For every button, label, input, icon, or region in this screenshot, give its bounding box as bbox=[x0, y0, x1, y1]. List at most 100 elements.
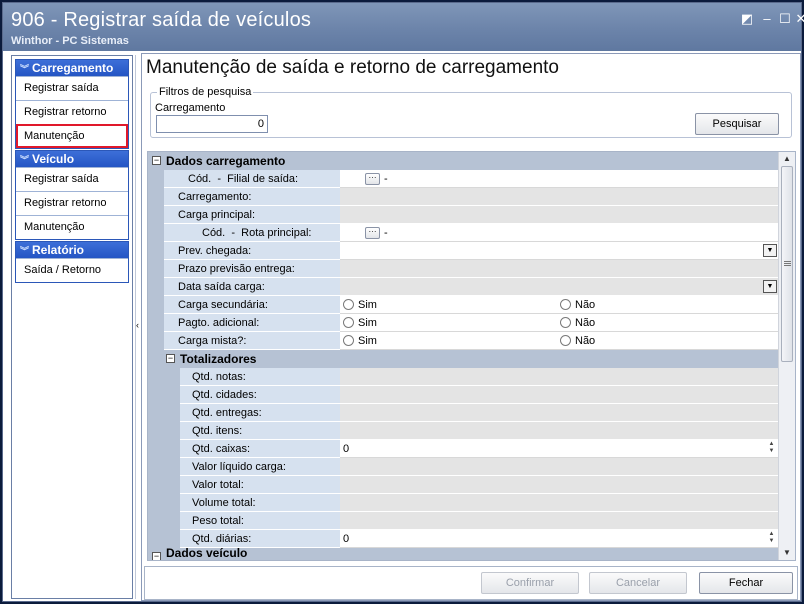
nav-item-manutencao[interactable]: Manutenção bbox=[16, 124, 128, 148]
grid-vertical-scrollbar[interactable]: ▲ ▼ bbox=[778, 152, 795, 560]
action-bar: Confirmar Cancelar Fechar bbox=[144, 566, 798, 600]
cancel-button[interactable]: Cancelar bbox=[589, 572, 687, 594]
nav-group-header-carregamento[interactable]: ︾ Carregamento bbox=[16, 60, 128, 76]
cod-label: Cód. bbox=[188, 173, 212, 185]
nav-group-veiculo: ︾ Veículo Registrar saída Registrar retor… bbox=[15, 150, 129, 240]
pagto-label: Pagto. adicional: bbox=[164, 314, 340, 332]
collapse-icon[interactable]: − bbox=[152, 156, 161, 165]
collapse-icon[interactable]: − bbox=[152, 552, 161, 560]
close-button[interactable]: Fechar bbox=[699, 572, 793, 594]
prev-chegada-field[interactable]: ▼ bbox=[340, 242, 779, 260]
grid-row-carga-mista: Carga mista?: Sim Não bbox=[148, 332, 779, 350]
cod-rota-label: Cód. bbox=[202, 227, 226, 239]
title-bar: 906 - Registrar saída de veículos Wintho… bbox=[3, 3, 804, 51]
spin-updown-icon[interactable]: ▲ ▼ bbox=[766, 441, 777, 457]
grid-row-carregamento: Carregamento: bbox=[148, 188, 779, 206]
spin-updown-icon[interactable]: ▲ ▼ bbox=[766, 531, 777, 547]
qtd-cidades-value bbox=[340, 386, 779, 404]
qtd-diarias-field[interactable]: 0 ▲ ▼ bbox=[340, 530, 779, 548]
collapse-left-icon[interactable]: ‹ bbox=[136, 320, 139, 330]
radio-sim[interactable] bbox=[343, 335, 354, 346]
qtd-itens-value bbox=[340, 422, 779, 440]
nav-item-registrar-saida[interactable]: Registrar saída bbox=[16, 76, 128, 100]
grid-row-pagto: Pagto. adicional: Sim Não bbox=[148, 314, 779, 332]
close-icon[interactable]: ✕ bbox=[793, 11, 804, 27]
collapse-chevron-icon: ︾ bbox=[20, 155, 30, 165]
qtd-itens-label: Qtd. itens: bbox=[180, 422, 340, 440]
search-button[interactable]: Pesquisar bbox=[695, 113, 779, 135]
qtd-cidades-label: Qtd. cidades: bbox=[180, 386, 340, 404]
carregamento-value bbox=[340, 188, 779, 206]
collapse-chevron-icon: ︾ bbox=[20, 64, 30, 74]
grid-row-qtd-notas: Qtd. notas: bbox=[148, 368, 779, 386]
category-dados-carregamento[interactable]: − Dados carregamento bbox=[148, 152, 779, 170]
rota-field[interactable]: ··· - bbox=[340, 224, 779, 242]
radio-sim[interactable] bbox=[343, 317, 354, 328]
nav-item-saida-retorno[interactable]: Saída / Retorno bbox=[16, 258, 128, 282]
category-totalizadores[interactable]: − Totalizadores bbox=[148, 350, 779, 368]
scroll-thumb[interactable] bbox=[781, 166, 793, 362]
nav-group-header-relatorio[interactable]: ︾ Relatório bbox=[16, 242, 128, 258]
volume-total-label: Volume total: bbox=[180, 494, 340, 512]
qtd-entregas-label: Qtd. entregas: bbox=[180, 404, 340, 422]
application-window: 906 - Registrar saída de veículos Wintho… bbox=[2, 2, 804, 602]
main-panel: Manutenção de saída e retorno de carrega… bbox=[141, 53, 801, 601]
filters-legend: Filtros de pesquisa bbox=[157, 86, 254, 98]
grid-row-qtd-entregas: Qtd. entregas: bbox=[148, 404, 779, 422]
carregamento-filter-input[interactable]: 0 bbox=[156, 115, 268, 133]
grid-row-rota: Cód. - Rota principal: ··· - bbox=[148, 224, 779, 242]
valor-total-label: Valor total: bbox=[180, 476, 340, 494]
dropdown-arrow-icon[interactable]: ▼ bbox=[763, 280, 777, 293]
maximize-icon[interactable]: ☐ bbox=[777, 11, 793, 27]
collapse-chevron-icon: ︾ bbox=[20, 246, 30, 256]
nav-item-veiculo-registrar-saida[interactable]: Registrar saída bbox=[16, 167, 128, 191]
grid-row-qtd-cidades: Qtd. cidades: bbox=[148, 386, 779, 404]
nav-item-veiculo-registrar-retorno[interactable]: Registrar retorno bbox=[16, 191, 128, 215]
grid-row-valor-total: Valor total: bbox=[148, 476, 779, 494]
radio-sim[interactable] bbox=[343, 299, 354, 310]
radio-nao[interactable] bbox=[560, 317, 571, 328]
confirm-button[interactable]: Confirmar bbox=[481, 572, 579, 594]
prev-chegada-label: Prev. chegada: bbox=[164, 242, 340, 260]
nav-item-veiculo-manutencao[interactable]: Manutenção bbox=[16, 215, 128, 239]
collapse-icon[interactable]: − bbox=[166, 354, 175, 363]
window-subtitle: Winthor - PC Sistemas bbox=[11, 35, 129, 47]
filial-field[interactable]: ··· - bbox=[340, 170, 779, 188]
restore-icon[interactable]: ◩ bbox=[739, 11, 755, 27]
prazo-label: Prazo previsão entrega: bbox=[164, 260, 340, 278]
navigation-sidebar: ︾ Carregamento Registrar saída Registrar … bbox=[11, 55, 133, 599]
valor-total-value bbox=[340, 476, 779, 494]
grid-row-peso-total: Peso total: bbox=[148, 512, 779, 530]
search-filters-group: Filtros de pesquisa Carregamento 0 Pesqu… bbox=[150, 86, 792, 138]
grid-row-data-saida: Data saída carga: ▼ bbox=[148, 278, 779, 296]
lookup-button[interactable]: ··· bbox=[365, 227, 380, 240]
valor-liquido-label: Valor líquido carga: bbox=[180, 458, 340, 476]
grid-row-valor-liquido: Valor líquido carga: bbox=[148, 458, 779, 476]
carga-secundaria-label: Carga secundária: bbox=[164, 296, 340, 314]
radio-nao[interactable] bbox=[560, 299, 571, 310]
nav-group-header-veiculo[interactable]: ︾ Veículo bbox=[16, 151, 128, 167]
radio-nao[interactable] bbox=[560, 335, 571, 346]
dropdown-arrow-icon[interactable]: ▼ bbox=[763, 244, 777, 257]
nav-group-carregamento: ︾ Carregamento Registrar saída Registrar … bbox=[15, 59, 129, 149]
lookup-button[interactable]: ··· bbox=[365, 173, 380, 186]
nav-item-registrar-retorno[interactable]: Registrar retorno bbox=[16, 100, 128, 124]
scroll-up-icon[interactable]: ▲ bbox=[781, 153, 793, 165]
prazo-value bbox=[340, 260, 779, 278]
pagto-field: Sim Não bbox=[340, 314, 779, 332]
carregamento-filter-label: Carregamento bbox=[155, 102, 226, 114]
qtd-notas-label: Qtd. notas: bbox=[180, 368, 340, 386]
qtd-caixas-field[interactable]: 0 ▲ ▼ bbox=[340, 440, 779, 458]
grid-row-prazo: Prazo previsão entrega: bbox=[148, 260, 779, 278]
data-saida-field[interactable]: ▼ bbox=[340, 278, 779, 296]
grid-row-volume-total: Volume total: bbox=[148, 494, 779, 512]
filial-label: Filial de saída: bbox=[227, 173, 299, 185]
grid-row-carga-principal: Carga principal: bbox=[148, 206, 779, 224]
page-title: Manutenção de saída e retorno de carrega… bbox=[146, 57, 559, 78]
property-grid: − Dados carregamento Cód. - Filial de sa… bbox=[147, 151, 796, 561]
rota-label: Rota principal: bbox=[241, 227, 312, 239]
category-dados-veiculo[interactable]: − Dados veículo bbox=[148, 546, 779, 560]
carga-mista-label: Carga mista?: bbox=[164, 332, 340, 350]
scroll-down-icon[interactable]: ▼ bbox=[781, 547, 793, 559]
minimize-icon[interactable]: – bbox=[759, 11, 775, 27]
